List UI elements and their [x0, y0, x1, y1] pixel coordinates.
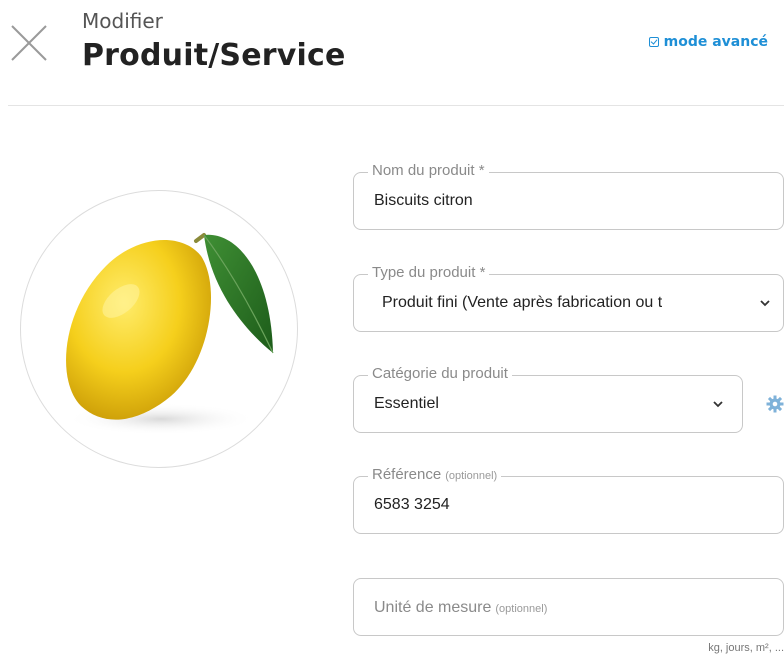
product-name-field[interactable]: Nom du produit * Biscuits citron — [353, 162, 784, 230]
product-category-value: Essentiel — [374, 395, 439, 412]
unit-field[interactable]: Unité de mesure (optionnel) — [353, 578, 784, 636]
page-title: Produit/Service — [82, 38, 346, 73]
product-name-label: Nom du produit * — [368, 162, 489, 179]
gear-icon[interactable] — [766, 395, 784, 413]
advanced-mode-label: mode avancé — [663, 34, 768, 50]
page-subtitle: Modifier — [82, 9, 163, 33]
reference-label: Référence (optionnel) — [368, 466, 502, 483]
header-divider — [8, 105, 784, 106]
close-icon[interactable] — [8, 22, 50, 64]
lemon-icon — [66, 233, 274, 435]
checkbox-icon — [648, 37, 659, 47]
unit-hint: kg, jours, m², ... — [708, 642, 784, 654]
product-category-label: Catégorie du produit — [368, 365, 512, 382]
reference-value: 6583 3254 — [374, 496, 450, 513]
product-name-value: Biscuits citron — [374, 192, 473, 209]
product-type-label: Type du produit * — [368, 264, 490, 281]
product-image[interactable] — [20, 190, 298, 468]
product-type-value: Produit fini (Vente après fabrication ou… — [382, 294, 663, 311]
advanced-mode-toggle[interactable]: mode avancé — [648, 34, 768, 50]
product-type-select[interactable]: Type du produit * Produit fini (Vente ap… — [353, 264, 784, 332]
unit-placeholder: Unité de mesure (optionnel) — [374, 599, 548, 616]
reference-field[interactable]: Référence (optionnel) 6583 3254 — [353, 466, 784, 534]
product-category-select[interactable]: Catégorie du produit Essentiel — [353, 365, 743, 433]
chevron-down-icon — [760, 300, 770, 307]
chevron-down-icon — [713, 401, 723, 408]
